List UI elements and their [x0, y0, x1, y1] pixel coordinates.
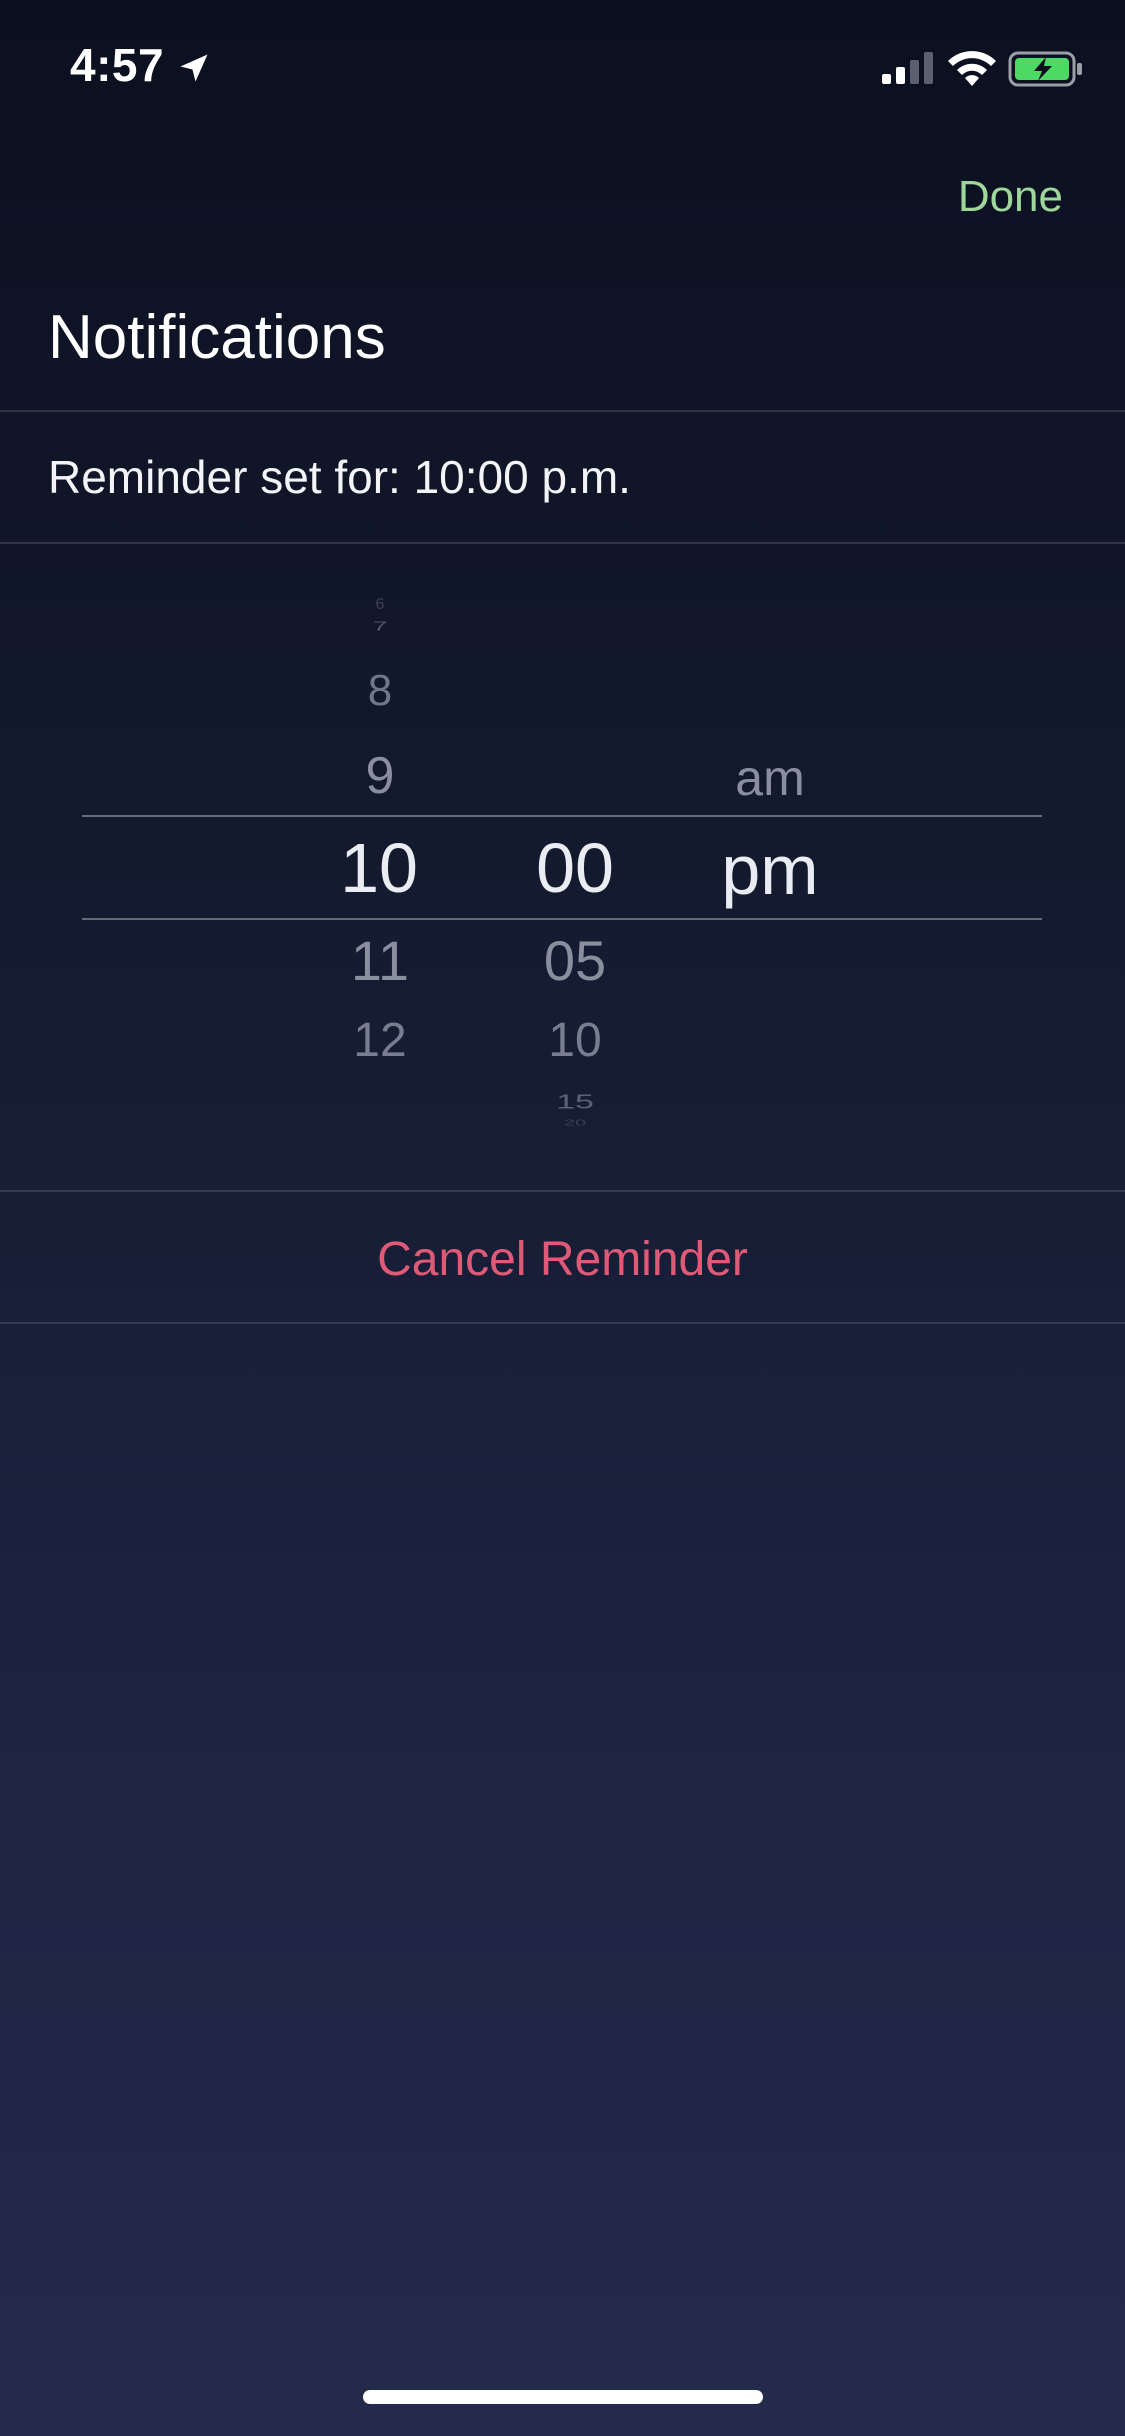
page-title: Notifications [48, 303, 386, 372]
hour-option[interactable]: 11 [300, 933, 460, 989]
wifi-icon [948, 51, 996, 86]
minute-option[interactable]: 05 [495, 933, 655, 989]
battery-charging-icon [1008, 51, 1082, 87]
hour-option[interactable]: 9 [300, 750, 460, 802]
hour-option[interactable]: 8 [300, 669, 460, 713]
minute-option-selected[interactable]: 00 [495, 833, 655, 903]
divider [0, 1190, 1125, 1192]
location-arrow-icon [180, 54, 208, 82]
done-button[interactable]: Done [958, 172, 1063, 222]
hour-option[interactable]: 12 [300, 1017, 460, 1065]
minute-option[interactable]: 15 [495, 1092, 655, 1112]
picker-selection-top-line [82, 815, 1042, 817]
status-time: 4:57 [70, 39, 165, 91]
home-indicator[interactable] [363, 2390, 763, 2404]
hour-option-selected[interactable]: 10 [299, 833, 459, 903]
time-picker[interactable]: 6 7 8 9 10 11 12 00 05 10 15 20 am pm [0, 545, 1125, 1192]
divider [0, 542, 1125, 544]
minute-option[interactable]: 20 [495, 1119, 655, 1127]
divider [0, 410, 1125, 412]
reminder-status-text: Reminder set for: 10:00 p.m. [48, 451, 631, 503]
picker-selection-bottom-line [82, 918, 1042, 920]
cancel-reminder-button[interactable]: Cancel Reminder [0, 1232, 1125, 1287]
hour-option[interactable]: 7 [300, 620, 460, 633]
divider [0, 1322, 1125, 1324]
period-option-selected[interactable]: pm [690, 835, 850, 905]
minute-option[interactable]: 10 [495, 1017, 655, 1065]
hour-option[interactable]: 6 [300, 597, 460, 613]
cellular-signal-icon [882, 52, 933, 84]
period-option[interactable]: am [690, 753, 850, 803]
